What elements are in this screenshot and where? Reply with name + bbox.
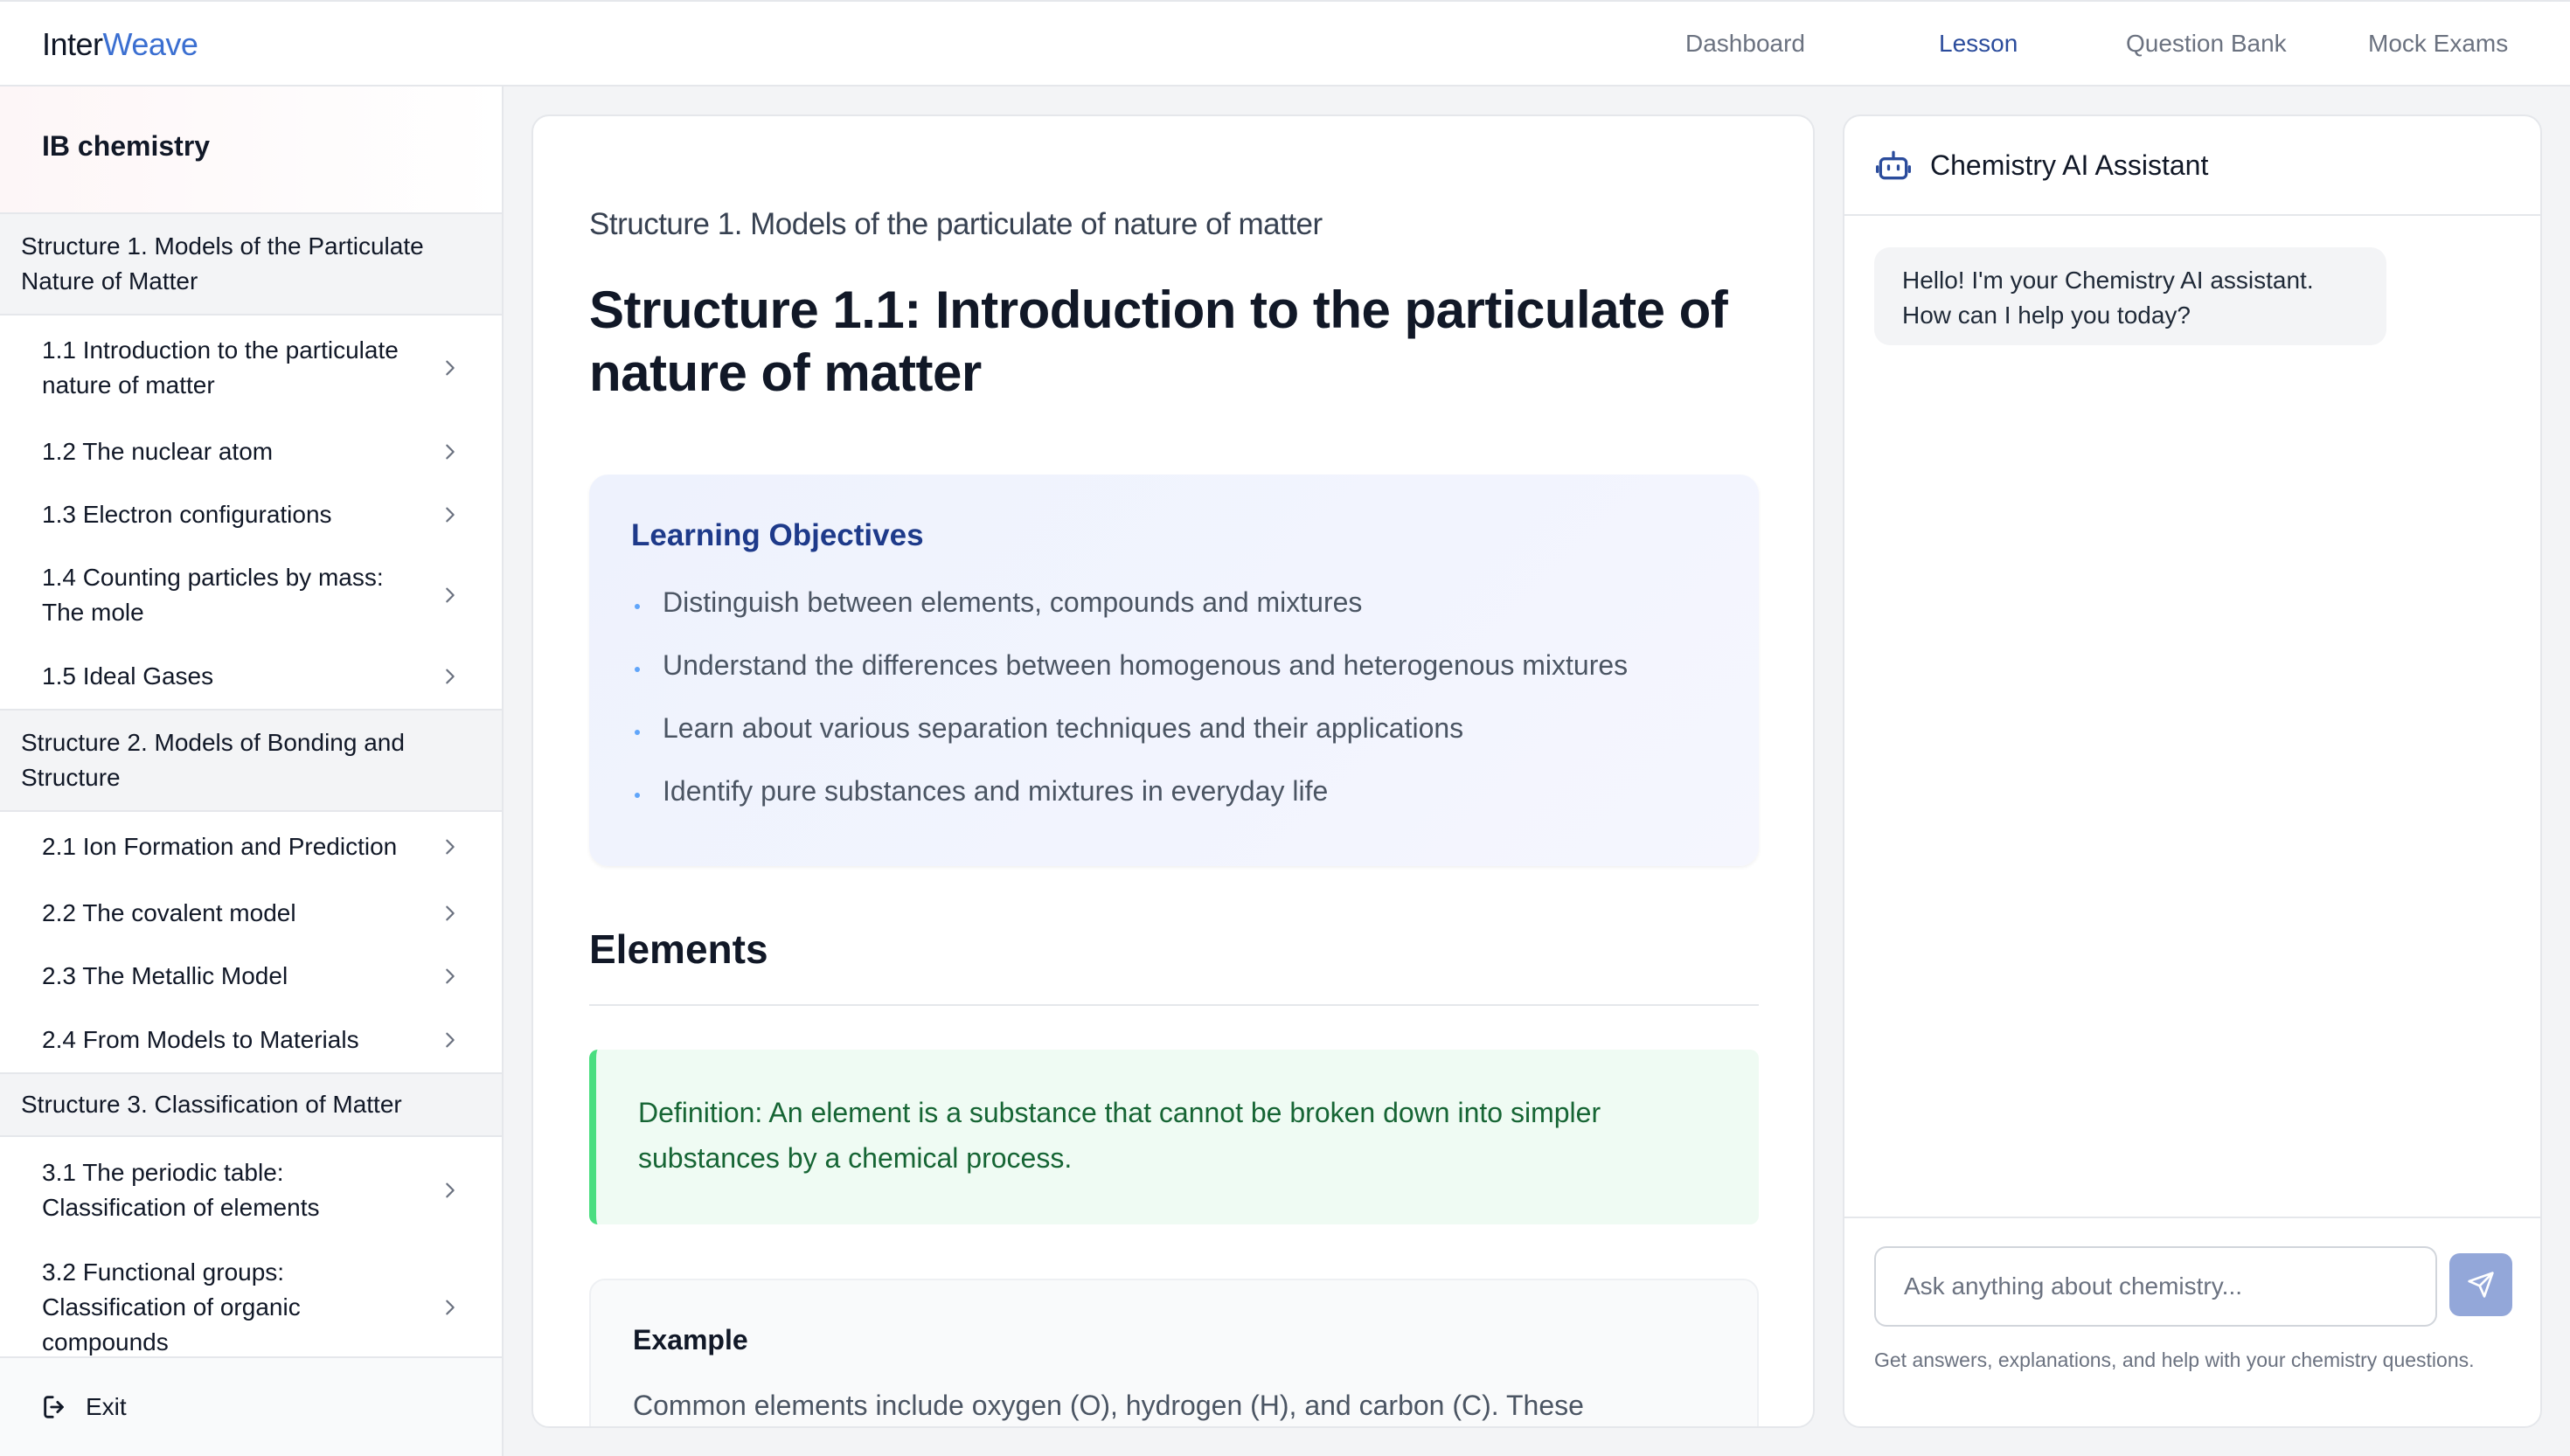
top-navigation-bar: InterWeave Dashboard Lesson Question Ban… bbox=[0, 0, 2570, 87]
list-item: Identify pure substances and mixtures in… bbox=[631, 775, 1628, 838]
app-logo[interactable]: InterWeave bbox=[42, 26, 198, 63]
lesson-item-2-3[interactable]: 2.3 The Metallic Model bbox=[0, 945, 502, 1008]
assistant-header: Chemistry AI Assistant bbox=[1844, 116, 2540, 216]
chapter-header-structure-3[interactable]: Structure 3. Classification of Matter bbox=[0, 1072, 502, 1137]
example-text: Common elements include oxygen (O), hydr… bbox=[633, 1390, 1584, 1421]
chevron-right-icon bbox=[446, 669, 455, 684]
lesson-item-3-2[interactable]: 3.2 Functional groups: Classification of… bbox=[0, 1244, 502, 1371]
learning-objectives-card: Learning Objectives Distinguish between … bbox=[589, 475, 1759, 866]
lesson-item-1-3[interactable]: 1.3 Electron configurations bbox=[0, 483, 502, 546]
section-heading-elements: Elements bbox=[589, 926, 768, 972]
send-icon bbox=[2468, 1272, 2494, 1298]
assistant-message: Hello! I'm your Chemistry AI assistant. … bbox=[1874, 247, 2386, 345]
example-heading: Example bbox=[633, 1324, 748, 1355]
send-button[interactable] bbox=[2449, 1253, 2512, 1316]
nav-dashboard[interactable]: Dashboard bbox=[1685, 30, 1805, 58]
lesson-label: 1.3 Electron configurations bbox=[42, 501, 332, 528]
lesson-label: 3.1 The periodic table: Classification o… bbox=[42, 1159, 320, 1221]
chapter-title: Structure 3. Classification of Matter bbox=[21, 1091, 402, 1118]
assistant-title: Chemistry AI Assistant bbox=[1930, 149, 2209, 181]
objective-text: Identify pure substances and mixtures in… bbox=[663, 775, 1329, 807]
bullet-icon bbox=[635, 793, 640, 798]
objective-text: Understand the differences between homog… bbox=[663, 649, 1629, 681]
bullet-icon bbox=[635, 667, 640, 672]
assistant-input-area: Get answers, explanations, and help with… bbox=[1844, 1217, 2540, 1426]
lesson-subtitle: Structure 1. Models of the particulate o… bbox=[589, 207, 1323, 241]
lesson-label: 1.1 Introduction to the particulate natu… bbox=[42, 336, 399, 399]
objectives-heading: Learning Objectives bbox=[631, 518, 924, 552]
nav-lesson[interactable]: Lesson bbox=[1939, 30, 2018, 58]
chevron-right-icon bbox=[446, 1182, 455, 1198]
chevron-right-icon bbox=[446, 1300, 455, 1315]
lesson-title: Structure 1.1: Introduction to the parti… bbox=[589, 281, 1728, 402]
chapter-header-structure-1[interactable]: Structure 1. Models of the Particulate N… bbox=[0, 214, 502, 315]
logo-text-inter: Inter bbox=[42, 26, 103, 62]
lesson-item-1-5[interactable]: 1.5 Ideal Gases bbox=[0, 644, 502, 709]
chapter-title: Structure 1. Models of the Particulate N… bbox=[21, 232, 424, 295]
lesson-label: 2.2 The covalent model bbox=[42, 899, 296, 926]
lesson-item-1-4[interactable]: 1.4 Counting particles by mass: The mole bbox=[0, 546, 502, 644]
chevron-right-icon bbox=[446, 587, 455, 603]
list-item: Learn about various separation technique… bbox=[631, 712, 1628, 775]
chevron-right-icon bbox=[446, 507, 455, 523]
lesson-panel: Structure 1. Models of the particulate o… bbox=[531, 114, 1815, 1428]
lesson-label: 2.1 Ion Formation and Prediction bbox=[42, 833, 398, 860]
assistant-helper-text: Get answers, explanations, and help with… bbox=[1874, 1349, 2475, 1371]
lesson-item-1-1[interactable]: 1.1 Introduction to the particulate natu… bbox=[0, 315, 502, 420]
lesson-item-1-2[interactable]: 1.2 The nuclear atom bbox=[0, 420, 502, 483]
logo-text-weave: Weave bbox=[102, 26, 198, 62]
course-sidebar: IB chemistry Structure 1. Models of the … bbox=[0, 87, 504, 1456]
chevron-right-icon bbox=[446, 444, 455, 460]
bullet-icon bbox=[635, 604, 640, 609]
lesson-item-2-2[interactable]: 2.2 The covalent model bbox=[0, 882, 502, 945]
chapter-title: Structure 2. Models of Bonding and Struc… bbox=[21, 729, 405, 791]
chevron-right-icon bbox=[446, 1032, 455, 1048]
robot-icon bbox=[1876, 150, 1911, 180]
chevron-right-icon bbox=[446, 968, 455, 984]
lesson-label: 1.2 The nuclear atom bbox=[42, 438, 274, 465]
chevron-right-icon bbox=[446, 905, 455, 921]
lesson-label: 2.3 The Metallic Model bbox=[42, 962, 288, 989]
chapter-header-structure-2[interactable]: Structure 2. Models of Bonding and Struc… bbox=[0, 709, 502, 812]
lesson-item-2-4[interactable]: 2.4 From Models to Materials bbox=[0, 1008, 502, 1072]
section-divider bbox=[589, 1004, 1759, 1006]
lesson-label: 1.4 Counting particles by mass: The mole bbox=[42, 564, 384, 626]
definition-callout: Definition: An element is a substance th… bbox=[589, 1050, 1759, 1224]
lesson-item-2-1[interactable]: 2.1 Ion Formation and Prediction bbox=[0, 812, 502, 882]
objective-text: Learn about various separation technique… bbox=[663, 712, 1464, 744]
objective-text: Distinguish between elements, compounds … bbox=[663, 586, 1363, 618]
nav-question-bank[interactable]: Question Bank bbox=[2126, 30, 2287, 58]
lesson-label: 2.4 From Models to Materials bbox=[42, 1026, 359, 1053]
objectives-list: Distinguish between elements, compounds … bbox=[631, 586, 1628, 838]
ai-assistant-panel: Chemistry AI Assistant Hello! I'm your C… bbox=[1843, 114, 2542, 1428]
exit-button[interactable]: Exit bbox=[0, 1356, 502, 1456]
logout-icon bbox=[44, 1396, 64, 1418]
nav-mock-exams[interactable]: Mock Exams bbox=[2368, 30, 2508, 58]
course-title: IB chemistry bbox=[0, 87, 502, 214]
example-card: Example Common elements include oxygen (… bbox=[589, 1279, 1759, 1426]
lesson-label: 1.5 Ideal Gases bbox=[42, 662, 214, 690]
lesson-label: 3.2 Functional groups: Classification of… bbox=[42, 1258, 301, 1355]
bullet-icon bbox=[635, 730, 640, 735]
chevron-right-icon bbox=[446, 360, 455, 376]
chat-input[interactable] bbox=[1874, 1246, 2437, 1327]
chevron-right-icon bbox=[446, 839, 455, 855]
list-item: Understand the differences between homog… bbox=[631, 649, 1628, 712]
list-item: Distinguish between elements, compounds … bbox=[631, 586, 1628, 649]
lesson-item-3-1[interactable]: 3.1 The periodic table: Classification o… bbox=[0, 1137, 502, 1244]
exit-label: Exit bbox=[86, 1393, 127, 1420]
